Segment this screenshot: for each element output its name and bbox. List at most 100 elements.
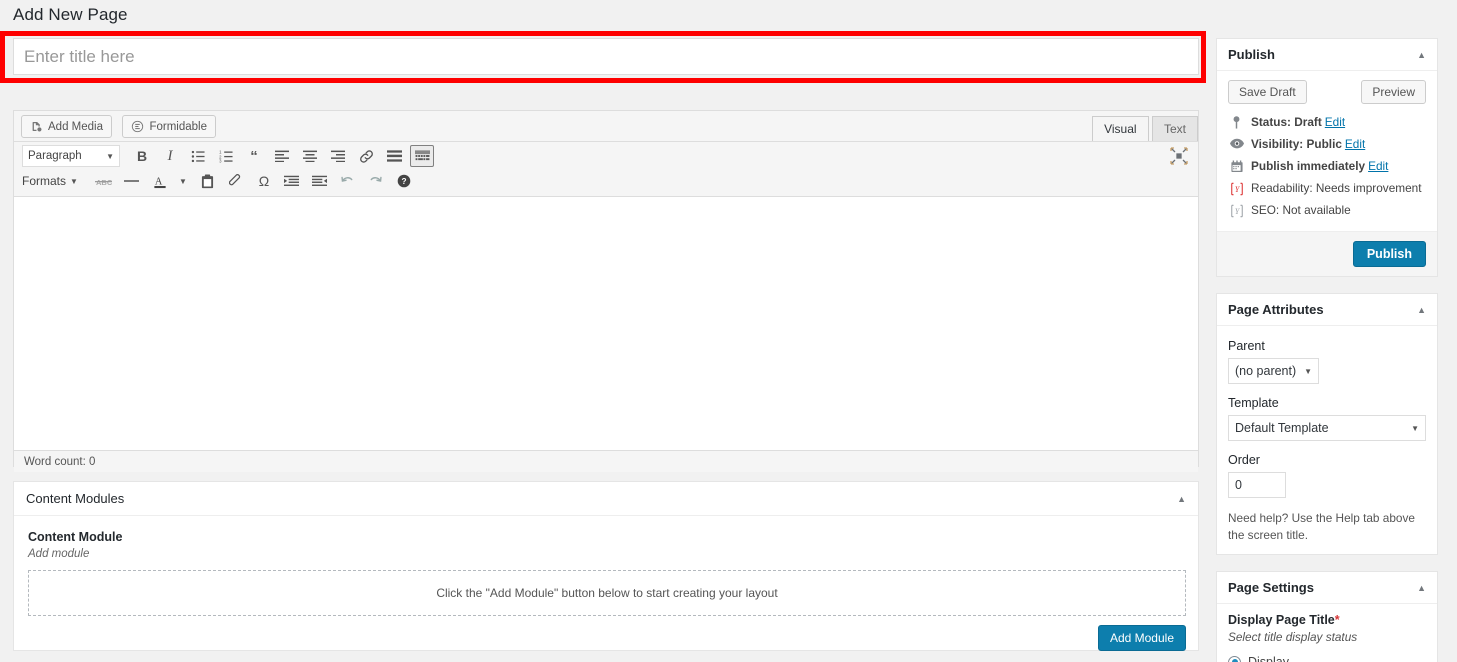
clear-formatting-icon[interactable] — [224, 170, 248, 192]
order-label: Order — [1228, 453, 1260, 467]
formidable-icon — [131, 120, 144, 133]
sidebar: Publish ▲ Save Draft Preview Status: Dra… — [1216, 38, 1438, 662]
yoast-seo-icon: Y — [1228, 203, 1245, 218]
align-center-icon[interactable] — [298, 145, 322, 167]
module-dropzone[interactable]: Click the "Add Module" button below to s… — [28, 570, 1186, 616]
publish-date-row: Publish immediately Edit — [1228, 155, 1426, 177]
collapse-arrow-icon[interactable]: ▲ — [1177, 494, 1186, 504]
content-modules-actions: Add Module — [28, 625, 1186, 651]
add-module-button[interactable]: Add Module — [1097, 625, 1186, 651]
italic-icon[interactable]: I — [158, 145, 182, 167]
radio-button-display[interactable] — [1228, 655, 1241, 662]
publish-actions-row: Save Draft Preview — [1228, 80, 1426, 104]
publish-button[interactable]: Publish — [1352, 241, 1426, 267]
eye-icon — [1228, 137, 1245, 149]
svg-text:Y: Y — [1234, 207, 1240, 216]
display-radio-option[interactable]: Display — [1228, 655, 1426, 662]
dropzone-hint-text: Click the "Add Module" button below to s… — [436, 586, 778, 600]
decrease-indent-icon[interactable] — [280, 170, 304, 192]
horizontal-line-icon[interactable] — [120, 170, 144, 192]
numbered-list-icon[interactable]: 1 2 3 — [214, 145, 238, 167]
display-page-title-label: Display Page Title* — [1228, 613, 1426, 627]
visibility-row: Visibility: Public Edit — [1228, 133, 1426, 155]
read-more-icon[interactable] — [382, 145, 406, 167]
content-module-label: Content Module — [28, 530, 123, 544]
redo-icon[interactable] — [364, 170, 388, 192]
editor-mode-tabs: Visual Text — [1092, 115, 1198, 141]
page-attributes-title: Page Attributes — [1228, 302, 1324, 317]
editor-toolbar: Paragraph ▼ B I 1 2 3 “ Formats ▼ ABC A … — [14, 141, 1198, 197]
status-row: Status: Draft Edit — [1228, 111, 1426, 133]
collapse-arrow-icon[interactable]: ▲ — [1417, 50, 1426, 60]
page-attributes-header[interactable]: Page Attributes ▲ — [1217, 294, 1437, 326]
editor-content-area[interactable] — [14, 197, 1198, 450]
collapse-arrow-icon[interactable]: ▲ — [1417, 305, 1426, 315]
status-text: Status: Draft Edit — [1251, 115, 1345, 129]
readability-text: Readability: Needs improvement — [1251, 181, 1422, 195]
save-draft-button[interactable]: Save Draft — [1228, 80, 1307, 104]
toolbar-toggle-icon[interactable] — [410, 145, 434, 167]
svg-text:A: A — [155, 176, 163, 187]
add-media-label: Add Media — [48, 120, 103, 133]
formidable-button[interactable]: Formidable — [122, 115, 216, 138]
word-count-status: Word count: 0 — [14, 450, 1198, 472]
wordpress-add-new-page-screen: Add New Page Add Media — [0, 0, 1457, 662]
align-left-icon[interactable] — [270, 145, 294, 167]
required-asterisk: * — [1334, 613, 1340, 628]
publish-panel-footer: Publish — [1217, 231, 1437, 276]
chevron-down-icon: ▼ — [106, 151, 114, 161]
order-input[interactable] — [1228, 472, 1286, 498]
content-modules-header[interactable]: Content Modules ▲ — [14, 482, 1198, 516]
template-select[interactable]: Default Template ▼ — [1228, 415, 1426, 441]
publish-date-edit-link[interactable]: Edit — [1368, 159, 1388, 173]
distraction-free-icon[interactable] — [1169, 146, 1189, 166]
template-label: Template — [1228, 396, 1279, 410]
status-label: Status: — [1251, 115, 1291, 129]
bold-icon[interactable]: B — [130, 145, 154, 167]
text-color-chevron-icon[interactable]: ▼ — [176, 170, 190, 192]
publish-panel: Publish ▲ Save Draft Preview Status: Dra… — [1216, 38, 1438, 277]
page-attributes-panel: Page Attributes ▲ Parent (no parent) ▼ T… — [1216, 293, 1438, 556]
chevron-down-icon: ▼ — [1411, 423, 1419, 433]
formats-dropdown[interactable]: Formats ▼ — [22, 174, 78, 188]
chevron-down-icon: ▼ — [70, 176, 78, 186]
parent-select-value: (no parent) — [1235, 364, 1297, 378]
collapse-arrow-icon[interactable]: ▲ — [1417, 583, 1426, 593]
add-media-button[interactable]: Add Media — [21, 115, 112, 138]
visibility-value: Public — [1306, 137, 1342, 151]
formidable-label: Formidable — [149, 120, 207, 133]
pin-icon — [1228, 115, 1245, 129]
align-right-icon[interactable] — [326, 145, 350, 167]
preview-button[interactable]: Preview — [1361, 80, 1426, 104]
content-module-sublabel: Add module — [28, 548, 90, 560]
increase-indent-icon[interactable] — [308, 170, 332, 192]
formats-label: Formats — [22, 174, 67, 188]
undo-icon[interactable] — [336, 170, 360, 192]
page-settings-header[interactable]: Page Settings ▲ — [1217, 572, 1437, 605]
paste-as-text-icon[interactable] — [196, 170, 220, 192]
visibility-edit-link[interactable]: Edit — [1345, 137, 1365, 151]
parent-select[interactable]: (no parent) ▼ — [1228, 358, 1320, 384]
strikethrough-icon[interactable]: ABC — [92, 170, 116, 192]
text-color-icon[interactable]: A — [148, 170, 172, 192]
page-title-input[interactable] — [13, 38, 1199, 75]
special-character-icon[interactable]: Ω — [252, 170, 276, 192]
paragraph-format-value: Paragraph — [28, 150, 82, 162]
publish-panel-body: Save Draft Preview Status: Draft Edit Vi… — [1217, 71, 1437, 231]
keyboard-shortcuts-icon[interactable]: ? — [392, 170, 416, 192]
readability-row: Y Readability: Needs improvement — [1228, 177, 1426, 199]
blockquote-icon[interactable]: “ — [242, 145, 266, 167]
calendar-icon — [1228, 159, 1245, 173]
bulleted-list-icon[interactable] — [186, 145, 210, 167]
svg-text:Y: Y — [1234, 185, 1240, 194]
toolbar-row-1: Paragraph ▼ B I 1 2 3 “ — [18, 144, 1194, 168]
paragraph-format-select[interactable]: Paragraph ▼ — [22, 145, 120, 167]
tab-text[interactable]: Text — [1151, 116, 1198, 141]
status-edit-link[interactable]: Edit — [1325, 115, 1345, 129]
publish-panel-header[interactable]: Publish ▲ — [1217, 39, 1437, 71]
tab-visual[interactable]: Visual — [1092, 116, 1149, 141]
page-attributes-body: Parent (no parent) ▼ Template Default Te… — [1217, 326, 1437, 554]
yoast-readability-icon: Y — [1228, 181, 1245, 196]
toolbar-row-2: Formats ▼ ABC A ▼ Ω ? — [18, 169, 1194, 193]
insert-link-icon[interactable] — [354, 145, 378, 167]
